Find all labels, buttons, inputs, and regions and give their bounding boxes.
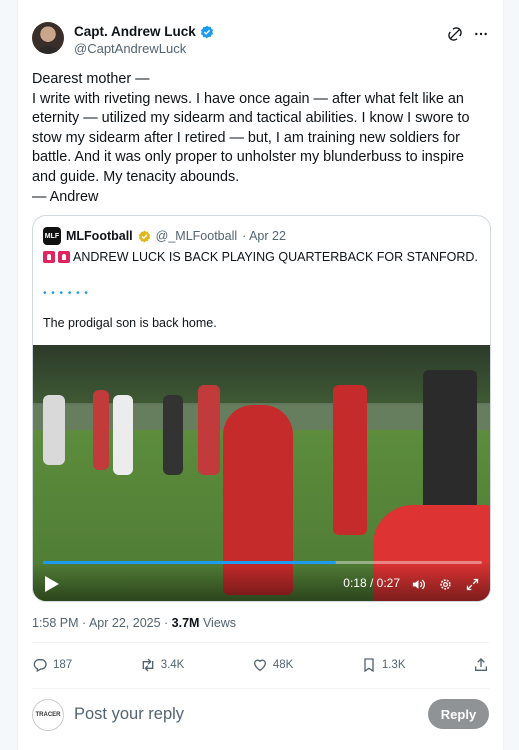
repost-count: 3.4K [160,659,185,671]
grok-icon[interactable] [447,26,463,42]
video-player-figure [423,370,477,510]
video-player-figure [198,385,220,475]
verified-gold-badge-icon [138,230,150,242]
like-action[interactable]: 48K [252,657,293,673]
quoted-handle[interactable]: @_MLFootball [156,229,237,243]
heart-icon [253,659,266,672]
share-icon [475,658,487,671]
like-count: 48K [272,659,294,671]
play-icon[interactable] [45,576,59,592]
views-count: 3.7M [171,616,200,630]
video-player-figure [333,385,367,535]
reply-composer: TRACER Post your reply Reply [32,697,489,733]
bookmark-icon [364,658,374,673]
video-player[interactable]: 0:18 / 0:27 [33,345,490,601]
author-avatar[interactable] [32,22,64,54]
tweet-actions: 187 3.4K 48K 1.3K [32,655,489,675]
video-player-figure [93,390,109,470]
tweet-text: Dearest mother — I write with riveting n… [32,71,470,205]
author-handle[interactable]: @CaptAndrewLuck [74,41,214,56]
video-icons [411,577,480,592]
divider [32,688,489,689]
video-time: 0:18 / 0:27 [343,576,400,590]
quoted-header: MLF MLFootball @_MLFootball · Apr 22 [43,227,286,245]
video-player-figure [163,395,183,475]
reply-count: 187 [53,659,73,671]
verified-badge-icon [200,25,213,38]
video-progress-fill [43,561,336,564]
bookmark-action[interactable]: 1.3K [361,657,406,673]
header-actions [447,26,489,42]
views-label: Views [199,616,237,630]
quoted-display-name[interactable]: MLFootball [66,229,133,243]
quoted-avatar[interactable]: MLF [43,227,61,245]
repost-action[interactable]: 3.4K [140,657,185,673]
more-options-icon[interactable] [473,26,489,42]
quoted-date[interactable]: · Apr 22 [242,229,286,243]
tweet-meta: 1:58 PM · Apr 22, 2025 · 3.7M Views [32,616,236,630]
video-player-figure [113,395,133,475]
divider [32,642,489,643]
author-names: Capt. Andrew Luck @CaptAndrewLuck [74,24,214,56]
siren-emoji-icon [43,251,55,263]
quoted-dots: • • • • • • [43,288,89,299]
settings-gear-icon[interactable] [438,577,453,592]
current-user-avatar[interactable]: TRACER [32,699,64,731]
name-row: Capt. Andrew Luck [74,24,214,39]
quoted-tweet[interactable]: MLF MLFootball @_MLFootball · Apr 22 AND… [32,215,491,602]
tweet-timestamp[interactable]: 1:58 PM · Apr 22, 2025 · [32,616,172,630]
video-progress-track[interactable] [43,561,482,564]
bookmark-count: 1.3K [381,659,406,671]
volume-icon[interactable] [411,577,426,592]
quoted-text-line2: The prodigal son is back home. [43,316,217,330]
share-action[interactable] [473,657,489,673]
reply-icon [33,659,47,673]
siren-emoji-icon [58,251,70,263]
repost-icon [142,658,154,672]
author-display-name[interactable]: Capt. Andrew Luck [74,24,196,39]
fullscreen-icon[interactable] [465,577,480,592]
reply-input[interactable]: Post your reply [74,705,184,724]
tweet-card: Capt. Andrew Luck @CaptAndrewLuck Deares… [17,0,504,750]
tweet-header: Capt. Andrew Luck @CaptAndrewLuck [32,22,489,62]
reply-button[interactable]: Reply [428,699,489,729]
quoted-text-line1: ANDREW LUCK IS BACK PLAYING QUARTERBACK … [73,250,478,264]
quoted-text-line1-row: ANDREW LUCK IS BACK PLAYING QUARTERBACK … [43,250,478,264]
video-player-figure [43,395,65,465]
reply-action[interactable]: 187 [32,657,72,673]
